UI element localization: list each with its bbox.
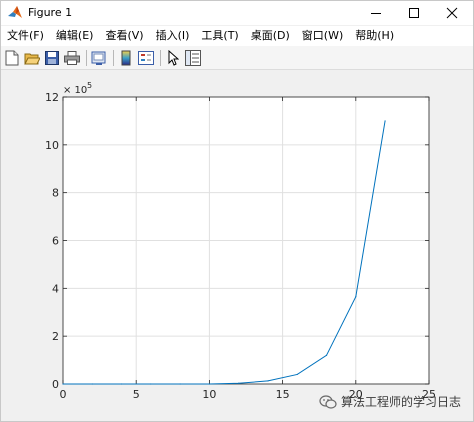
edit-plot-icon (168, 49, 179, 66)
y-tick-label: 6 (52, 235, 59, 248)
data-point (208, 383, 210, 385)
y-tick-label: 12 (45, 91, 59, 104)
title-bar: Figure 1 (1, 1, 473, 25)
maximize-button[interactable] (396, 1, 432, 25)
maximize-icon (409, 8, 419, 18)
save-button[interactable] (43, 49, 61, 67)
data-point (355, 296, 357, 298)
link-plot-button[interactable] (90, 49, 108, 67)
data-point (120, 383, 123, 385)
link-plot-icon (91, 51, 106, 65)
insert-legend-icon (138, 50, 154, 65)
y-exponent-power: 5 (87, 81, 92, 90)
close-button[interactable] (434, 1, 470, 25)
open-file-button[interactable] (23, 49, 41, 67)
menu-help[interactable]: 帮助(H) (351, 27, 398, 45)
new-figure-icon (5, 50, 19, 65)
data-point (267, 380, 269, 382)
figure-toolbar (1, 46, 473, 70)
wechat-icon (319, 394, 337, 409)
close-icon (446, 7, 458, 19)
data-point (238, 382, 240, 384)
save-icon (45, 50, 59, 65)
open-file-icon (24, 53, 40, 64)
property-inspector-button[interactable] (184, 49, 202, 67)
menu-file[interactable]: 文件(F) (3, 27, 48, 45)
x-tick-label: 10 (202, 388, 216, 401)
insert-colorbar-button[interactable] (117, 49, 135, 67)
line-plot: 0 5 10 15 20 25024681012× 10 5 (45, 81, 436, 401)
y-tick-label: 0 (52, 378, 59, 391)
y-tick-label: 4 (52, 282, 59, 295)
insert-legend-button[interactable] (137, 49, 155, 67)
menu-desktop[interactable]: 桌面(D) (247, 27, 294, 45)
matlab-logo-icon (8, 6, 22, 18)
toolbar-separator (113, 49, 114, 66)
data-point (179, 383, 181, 385)
watermark-text: 算法工程师的学习日志 (341, 395, 462, 409)
watermark: 算法工程师的学习日志 (319, 393, 461, 410)
toolbar-separator (86, 49, 87, 66)
data-point (384, 120, 386, 122)
y-tick-label: 8 (52, 187, 59, 200)
data-point (62, 383, 64, 385)
data-point (91, 383, 93, 385)
menu-tools[interactable]: 工具(T) (197, 27, 242, 45)
figure-window: Figure 1 文件(F) 编辑(E) 查看(V) 插入(I) 工具(T) 桌… (0, 0, 474, 422)
data-point (296, 373, 298, 376)
figure-canvas: 0 5 10 15 20 25 0 2 4 6 8 10 12 × 10 5 (1, 71, 473, 421)
minimize-button[interactable] (358, 1, 394, 25)
print-button[interactable] (63, 49, 81, 67)
window-title: Figure 1 (28, 6, 73, 19)
data-point (325, 354, 328, 356)
menu-window[interactable]: 窗口(W) (298, 27, 347, 45)
x-tick-label: 15 (276, 388, 290, 401)
y-exponent-base: × 10 (63, 85, 87, 96)
y-tick-label: 10 (45, 139, 59, 152)
property-inspector-icon (185, 49, 201, 66)
new-figure-button[interactable] (3, 49, 21, 67)
data-point (150, 383, 152, 385)
menu-insert[interactable]: 插入(I) (152, 27, 194, 45)
insert-colorbar-icon (121, 50, 131, 65)
minimize-icon (371, 13, 381, 14)
edit-plot-button[interactable] (164, 49, 182, 67)
toolbar-separator (160, 49, 161, 66)
menu-view[interactable]: 查看(V) (101, 27, 147, 45)
menu-edit[interactable]: 编辑(E) (52, 27, 98, 45)
menu-bar: 文件(F) 编辑(E) 查看(V) 插入(I) 工具(T) 桌面(D) 窗口(W… (1, 26, 473, 46)
y-tick-label: 2 (52, 330, 59, 343)
x-tick-label: 0 (60, 388, 67, 401)
print-icon (64, 50, 80, 65)
x-tick-label: 5 (133, 388, 140, 401)
